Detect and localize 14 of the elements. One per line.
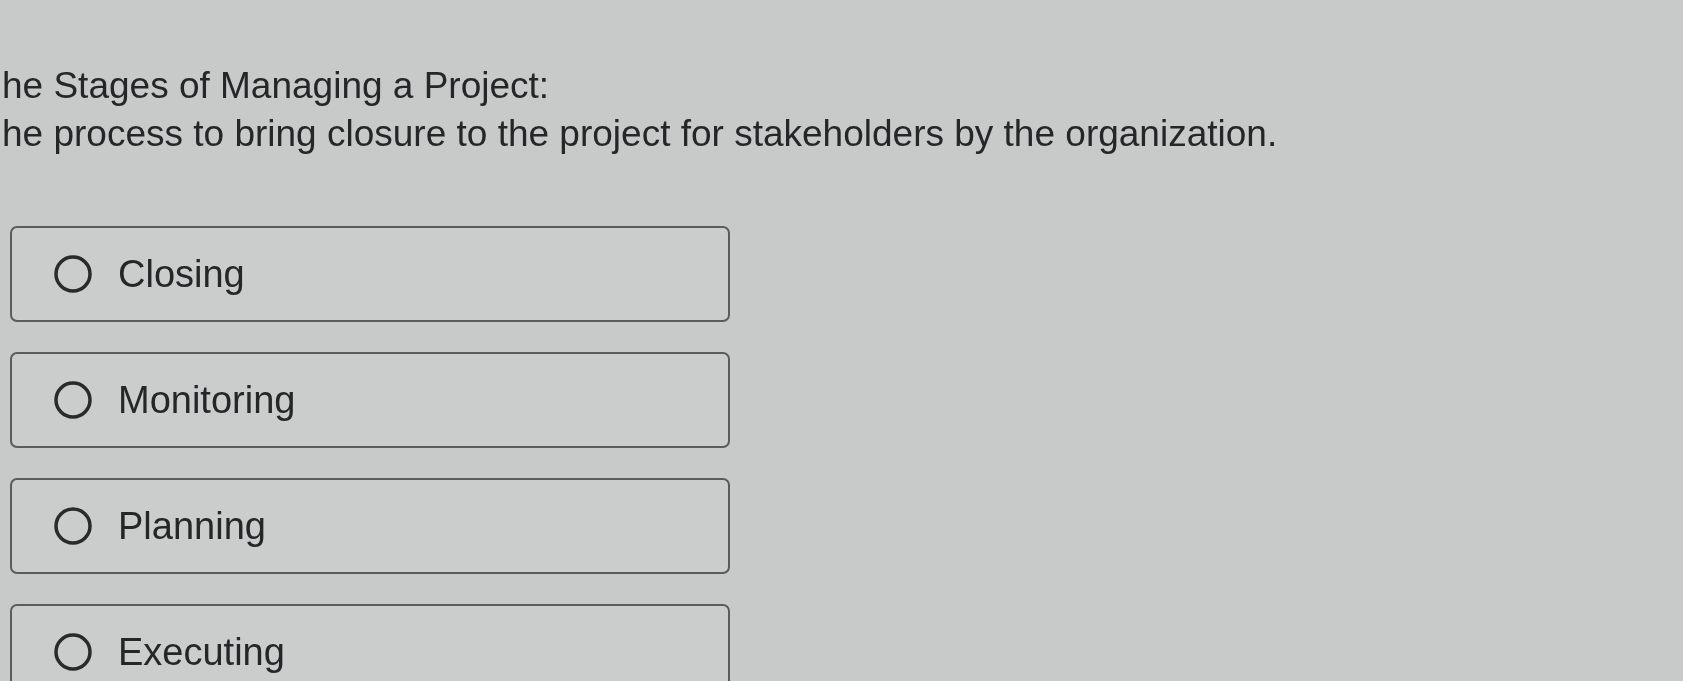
- answer-option[interactable]: Closing: [10, 226, 730, 322]
- option-label: Executing: [118, 630, 285, 674]
- radio-button-icon[interactable]: [54, 633, 92, 671]
- question-prompt: he process to bring closure to the project for stakeholders by the organization.: [2, 112, 1279, 156]
- option-label: Closing: [118, 252, 245, 296]
- answer-option[interactable]: Monitoring: [10, 352, 730, 448]
- answer-option[interactable]: Planning: [10, 478, 730, 574]
- radio-button-icon[interactable]: [54, 507, 92, 545]
- option-label: Planning: [118, 504, 266, 548]
- question-title: he Stages of Managing a Project:: [2, 64, 551, 108]
- answer-option[interactable]: Executing: [10, 604, 730, 681]
- radio-button-icon[interactable]: [54, 381, 92, 419]
- option-label: Monitoring: [118, 378, 296, 422]
- radio-button-icon[interactable]: [54, 255, 92, 293]
